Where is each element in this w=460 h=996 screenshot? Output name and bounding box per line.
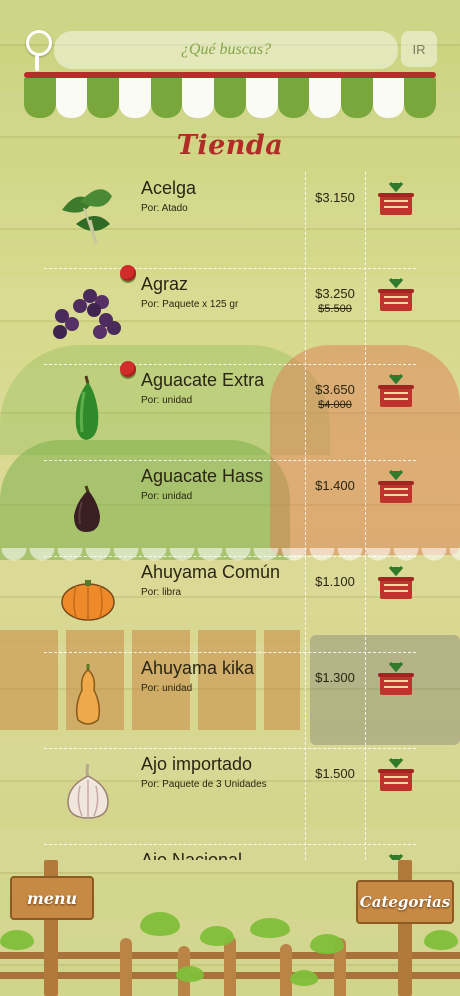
avocado-hass-icon: [74, 485, 100, 532]
product-row[interactable]: Aguacate Extra Por: unidad $3.650 $4.000: [0, 361, 460, 459]
product-row[interactable]: Ahuyama Común Por: libra $1.100: [0, 556, 460, 651]
chard-icon: [62, 189, 112, 245]
garlic-icon: [67, 763, 109, 819]
leaf-icon: [200, 926, 234, 946]
add-to-cart-icon[interactable]: [378, 659, 414, 697]
search-input[interactable]: [54, 31, 398, 69]
product-price: $1.400: [315, 478, 355, 493]
page-title: Tienda: [176, 130, 284, 161]
product-name: Ahuyama kika: [141, 658, 255, 678]
leaf-icon: [290, 970, 318, 986]
avocado-green-icon: [75, 375, 99, 440]
row-divider: [44, 652, 416, 653]
categories-button[interactable]: Categorias: [356, 880, 454, 924]
product-name: Aguacate Hass: [141, 466, 264, 486]
row-divider: [44, 268, 416, 269]
leaf-icon: [424, 930, 458, 950]
product-row[interactable]: Acelga Por: Atado $3.150: [0, 172, 460, 267]
product-row[interactable]: Ajo importado Por: Paquete de 3 Unidades…: [0, 748, 460, 843]
product-old-price: $4.000: [318, 399, 352, 411]
product-unit: Por: unidad: [141, 683, 193, 694]
row-divider: [44, 460, 416, 461]
leaf-icon: [140, 912, 180, 936]
product-unit: Por: unidad: [141, 395, 193, 406]
product-price: $3.250: [315, 286, 355, 301]
leaf-icon: [310, 934, 344, 954]
row-divider: [44, 556, 416, 557]
product-price: $3.650: [315, 382, 355, 397]
product-unit: Por: Atado: [141, 203, 188, 214]
product-name: Agraz: [141, 274, 189, 294]
agraz-berries-icon: [53, 289, 121, 339]
add-to-cart-icon[interactable]: [378, 275, 414, 313]
add-to-cart-icon[interactable]: [378, 467, 414, 505]
fence: [120, 930, 440, 996]
pumpkin-icon: [61, 580, 115, 621]
product-price: $1.300: [315, 670, 355, 685]
leaf-icon: [176, 966, 204, 982]
search-icon[interactable]: [26, 30, 52, 56]
product-unit: Por: Paquete x 125 gr: [141, 299, 239, 310]
product-name: Ajo importado: [141, 754, 253, 774]
leaf-icon: [0, 930, 34, 950]
product-unit: Por: Paquete de 3 Unidades: [141, 779, 267, 790]
product-list[interactable]: Acelga Por: Atado $3.150 Agraz Por: Paqu…: [0, 172, 460, 860]
product-price: $1.100: [315, 574, 355, 589]
search-go-button[interactable]: IR: [401, 31, 437, 67]
leaf-icon: [250, 918, 290, 938]
add-to-cart-icon[interactable]: [378, 179, 414, 217]
product-unit: Por: unidad: [141, 491, 193, 502]
product-price: $1.500: [315, 766, 355, 781]
row-divider: [44, 364, 416, 365]
add-to-cart-icon[interactable]: [378, 563, 414, 601]
product-name: Aguacate Extra: [141, 370, 265, 390]
row-divider: [44, 748, 416, 749]
product-price: $3.150: [315, 190, 355, 205]
product-old-price: $5.500: [318, 303, 352, 315]
search-icon-handle: [35, 55, 39, 71]
product-name: Ahuyama Común: [141, 562, 281, 582]
bottom-nav: menu Categorias: [0, 860, 460, 996]
row-divider: [44, 844, 416, 845]
add-to-cart-icon[interactable]: [378, 755, 414, 793]
product-name: Acelga: [141, 178, 197, 198]
product-row[interactable]: Ahuyama kika Por: unidad $1.300: [0, 652, 460, 747]
add-to-cart-icon[interactable]: [378, 371, 414, 409]
product-unit: Por: libra: [141, 587, 182, 598]
menu-button[interactable]: menu: [10, 876, 94, 920]
product-row[interactable]: Ajo Nacional: [0, 844, 460, 860]
awning: [24, 78, 436, 118]
add-to-cart-icon[interactable]: [378, 851, 414, 860]
product-name: Ajo Nacional: [141, 850, 243, 860]
product-row[interactable]: Agraz Por: Paquete x 125 gr $3.250 $5.50…: [0, 265, 460, 363]
product-row[interactable]: Aguacate Hass Por: unidad $1.400: [0, 460, 460, 555]
squash-icon: [75, 664, 101, 725]
